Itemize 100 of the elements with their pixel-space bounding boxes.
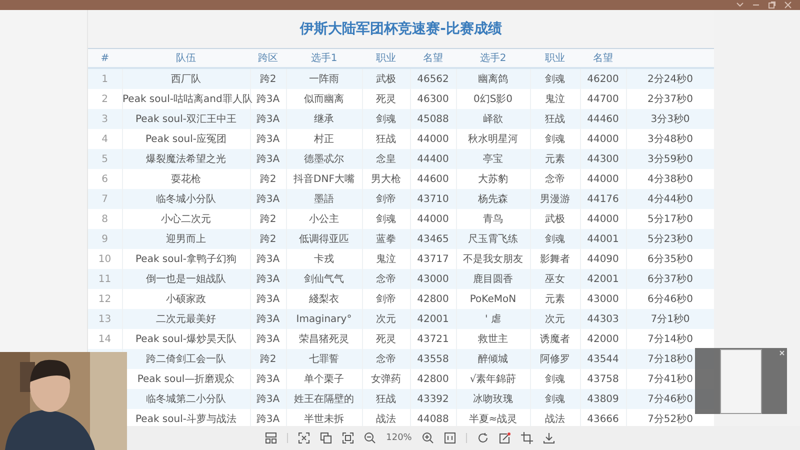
fame-cell: 42800 bbox=[417, 294, 449, 304]
zoom-in-icon[interactable] bbox=[422, 432, 434, 444]
player-cell: 似而幽离 bbox=[304, 94, 344, 105]
player-cell: 半世未拆 bbox=[304, 414, 344, 425]
server-cell: 跨3A bbox=[256, 314, 280, 325]
player-cell: 青鸟 bbox=[483, 214, 503, 225]
actual-size-icon[interactable] bbox=[444, 432, 456, 444]
team-cell: 跨二倚剑工会一队 bbox=[146, 354, 226, 365]
time-cell: 5分17秒0 bbox=[648, 214, 693, 225]
navigator-panel[interactable] bbox=[695, 348, 787, 414]
column-header: 选手2 bbox=[480, 53, 506, 64]
fame-cell: 42001 bbox=[587, 274, 619, 284]
player-cell: 墨語 bbox=[314, 194, 334, 205]
fame-cell: 44600 bbox=[417, 174, 449, 184]
class-cell: 剑魂 bbox=[545, 394, 565, 405]
layout-icon[interactable] bbox=[265, 432, 278, 444]
player-cell: 七罪誓 bbox=[309, 354, 339, 365]
class-cell: 念帝 bbox=[376, 354, 396, 365]
server-cell: 跨2 bbox=[260, 74, 276, 85]
player-cell: PoKeMoN bbox=[470, 294, 516, 304]
class-cell: 武极 bbox=[376, 74, 396, 85]
fame-cell: 43717 bbox=[417, 254, 449, 264]
time-cell: 6分37秒0 bbox=[648, 274, 693, 285]
class-cell: 狂战 bbox=[376, 394, 396, 405]
player-cell: √素年錦莳 bbox=[470, 374, 516, 385]
download-icon[interactable] bbox=[542, 432, 555, 444]
fame-cell: 43000 bbox=[587, 294, 619, 304]
player-cell: 剑仙气气 bbox=[304, 274, 344, 285]
fame-cell: 43758 bbox=[587, 374, 619, 384]
class-cell: 剑魂 bbox=[545, 134, 565, 145]
class-cell: 剑魂 bbox=[376, 114, 396, 125]
fame-cell: 43544 bbox=[587, 354, 619, 364]
player-cell: 继承 bbox=[314, 114, 334, 125]
team-cell: Peak soul—折磨观众 bbox=[137, 374, 235, 385]
column-header: 职业 bbox=[376, 53, 396, 64]
player-cell: 亭宝 bbox=[483, 154, 503, 165]
fame-cell: 44300 bbox=[587, 154, 619, 164]
team-cell: Peak soul-应冤团 bbox=[146, 134, 226, 145]
fame-cell: 44700 bbox=[587, 94, 619, 104]
copy-icon[interactable] bbox=[320, 432, 332, 444]
player-cell: 村正 bbox=[314, 134, 334, 145]
player-cell: 0幻S影0 bbox=[473, 94, 513, 105]
class-cell: 战法 bbox=[376, 414, 396, 425]
player-cell: 醉倾城 bbox=[478, 354, 508, 365]
edit-icon[interactable] bbox=[498, 432, 511, 444]
team-cell: 小心二次元 bbox=[161, 214, 211, 225]
team-cell: Peak soul-咕咕离and罪人队 bbox=[122, 94, 252, 105]
restore-icon[interactable] bbox=[768, 1, 776, 9]
class-cell: 男大枪 bbox=[371, 174, 401, 185]
close-icon[interactable] bbox=[784, 1, 792, 9]
class-cell: 影舞者 bbox=[540, 254, 570, 265]
team-cell: 倒一也是一姐战队 bbox=[146, 274, 226, 285]
sheet-title: 伊斯大陆军团杯竞速赛-比赛成绩 bbox=[300, 20, 502, 38]
crop-icon[interactable] bbox=[520, 432, 533, 444]
server-cell: 跨3A bbox=[256, 374, 280, 385]
server-cell: 跨2 bbox=[260, 214, 276, 225]
server-cell: 跨3A bbox=[256, 94, 280, 105]
fame-cell: 43721 bbox=[417, 334, 449, 344]
column-header: 名望 bbox=[593, 53, 613, 64]
minimize-icon[interactable] bbox=[752, 2, 760, 8]
fame-cell: 43000 bbox=[417, 274, 449, 284]
time-cell: 2分37秒0 bbox=[648, 94, 693, 105]
class-cell: 念帝 bbox=[545, 174, 565, 185]
zoom-out-icon[interactable] bbox=[364, 432, 376, 444]
fullscreen-icon[interactable] bbox=[342, 432, 354, 444]
time-cell: 5分23秒0 bbox=[648, 234, 693, 245]
zoom-level: 120% bbox=[386, 433, 412, 443]
chevron-down-icon[interactable] bbox=[736, 2, 744, 8]
row-number: 9 bbox=[102, 234, 108, 244]
time-cell: 7分14秒0 bbox=[648, 334, 693, 345]
rotate-icon[interactable] bbox=[476, 432, 489, 444]
class-cell: 狂战 bbox=[376, 134, 396, 145]
server-cell: 跨3A bbox=[256, 294, 280, 305]
fame-cell: 42001 bbox=[417, 314, 449, 324]
fame-cell: 45088 bbox=[417, 114, 449, 124]
team-cell: 西厂队 bbox=[171, 74, 201, 85]
row-number: 12 bbox=[98, 294, 112, 304]
row-number: 2 bbox=[102, 94, 108, 104]
close-icon[interactable] bbox=[779, 350, 785, 356]
column-header: 职业 bbox=[545, 53, 565, 64]
player-cell: 低调得亚匹 bbox=[299, 234, 349, 245]
row-number: 3 bbox=[102, 114, 108, 124]
server-cell: 跨3A bbox=[256, 274, 280, 285]
class-cell: 女弹药 bbox=[371, 374, 401, 385]
class-cell: 死灵 bbox=[376, 94, 396, 105]
fit-screen-icon[interactable] bbox=[298, 432, 310, 444]
class-cell: 死灵 bbox=[376, 334, 396, 345]
player-cell: 卡戎 bbox=[314, 254, 334, 265]
time-cell: 3分59秒0 bbox=[648, 154, 693, 165]
player-cell: 荣昌猪死灵 bbox=[299, 334, 349, 345]
fame-cell: 44001 bbox=[587, 234, 619, 244]
class-cell: 剑魂 bbox=[545, 374, 565, 385]
team-cell: Peak soul-双汇王中王 bbox=[136, 114, 236, 125]
fame-cell: 44000 bbox=[417, 134, 449, 144]
class-cell: 剑魂 bbox=[545, 234, 565, 245]
row-number: 7 bbox=[102, 194, 108, 204]
class-cell: 男漫游 bbox=[540, 194, 570, 205]
class-cell: 诱魔者 bbox=[540, 334, 570, 345]
server-cell: 跨2 bbox=[260, 234, 276, 245]
row-number: 6 bbox=[102, 174, 108, 184]
